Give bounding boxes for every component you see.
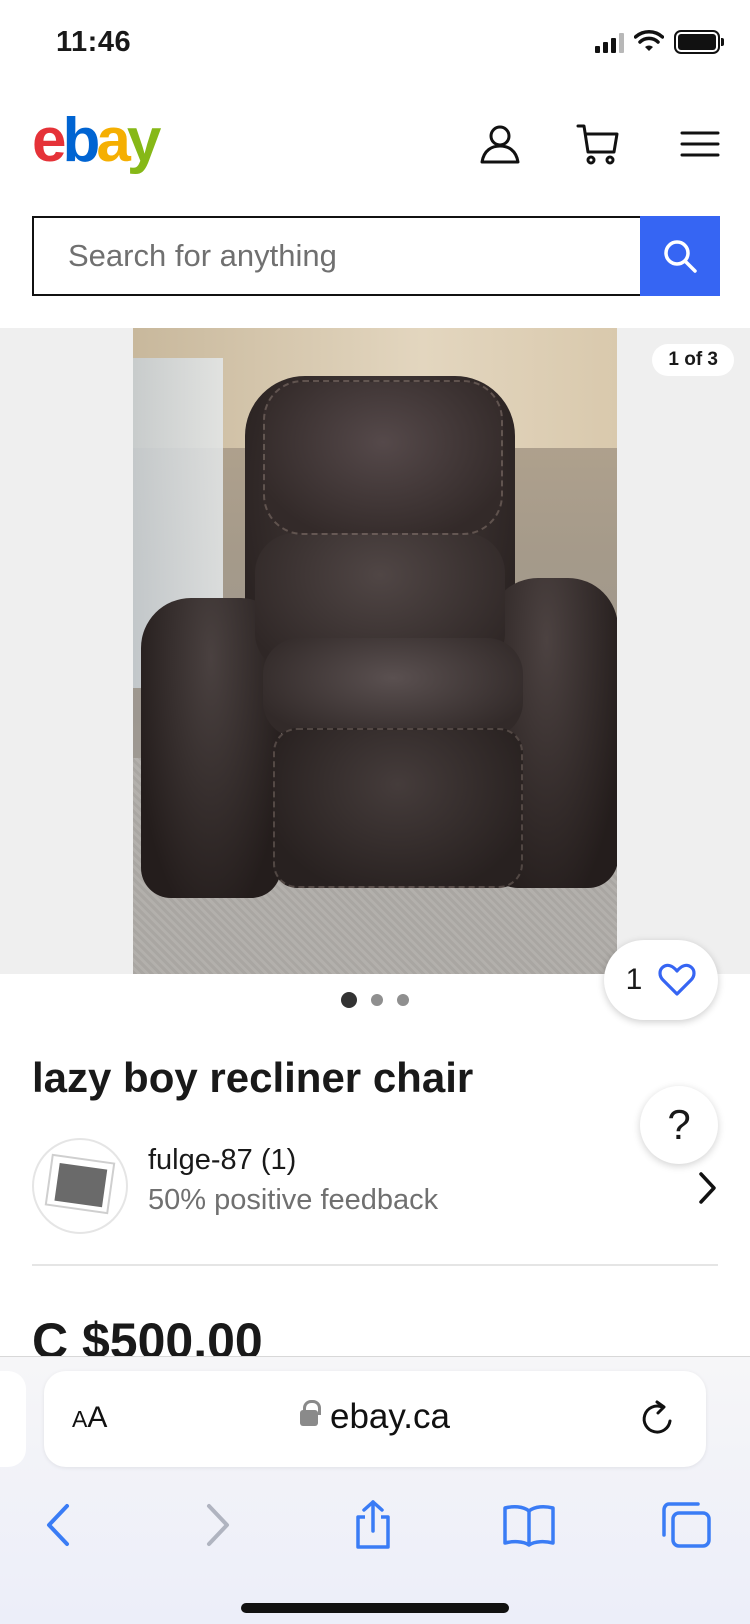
share-icon (356, 1500, 390, 1549)
pagination-dot[interactable] (397, 994, 409, 1006)
browser-toolbar: AA ebay.ca (0, 1356, 750, 1624)
address-bar[interactable]: AA ebay.ca (44, 1371, 706, 1467)
hamburger-menu-icon[interactable] (678, 122, 722, 166)
account-icon[interactable] (478, 122, 522, 166)
cellular-signal-icon (595, 31, 624, 53)
gallery-pagination (0, 992, 750, 1008)
tabs-button[interactable] (656, 1495, 716, 1555)
listing-photo[interactable] (133, 328, 617, 974)
pagination-dot[interactable] (371, 994, 383, 1006)
url-text: ebay.ca (330, 1397, 450, 1436)
lock-icon (300, 1400, 321, 1430)
seller-name: fulge-87 (1) (148, 1144, 297, 1176)
search-icon (664, 240, 697, 273)
image-gallery[interactable]: 1 of 3 (0, 328, 750, 974)
watch-count: 1 (625, 963, 643, 996)
chevron-right-icon (207, 1504, 229, 1546)
book-icon (503, 1505, 555, 1547)
heart-icon (658, 963, 696, 996)
listing-title: lazy boy recliner chair (32, 1054, 474, 1101)
seller-avatar (32, 1138, 128, 1234)
status-time: 11:46 (56, 26, 132, 58)
search-bar (32, 216, 720, 296)
image-counter: 1 of 3 (652, 344, 734, 376)
share-button[interactable] (343, 1495, 403, 1555)
reload-icon[interactable] (636, 1397, 680, 1441)
battery-icon (674, 30, 724, 54)
back-button[interactable] (28, 1495, 88, 1555)
pagination-dot-active[interactable] (341, 992, 357, 1008)
divider (32, 1264, 718, 1266)
search-input[interactable] (32, 216, 640, 296)
status-icons (595, 30, 724, 54)
previous-tab-peek[interactable] (0, 1371, 26, 1467)
seller-feedback: 50% positive feedback (148, 1184, 439, 1216)
tabs-icon (662, 1502, 711, 1548)
chevron-right-icon (699, 1172, 716, 1204)
cart-icon[interactable] (576, 122, 620, 166)
site-header: ebay (0, 100, 750, 200)
url-display[interactable]: ebay.ca (44, 1397, 706, 1437)
watch-button[interactable]: 1 (604, 940, 718, 1020)
bookmarks-button[interactable] (499, 1495, 559, 1555)
browser-nav-bar (0, 1485, 750, 1565)
status-bar: 11:46 (0, 0, 750, 92)
wifi-icon (634, 30, 664, 51)
chevron-left-icon (47, 1504, 69, 1546)
seller-info[interactable]: fulge-87 (1) 50% positive feedback (32, 1138, 722, 1234)
forward-button[interactable] (188, 1495, 248, 1555)
home-indicator[interactable] (241, 1603, 509, 1613)
search-button[interactable] (640, 216, 720, 296)
ebay-logo[interactable]: ebay (32, 110, 161, 172)
